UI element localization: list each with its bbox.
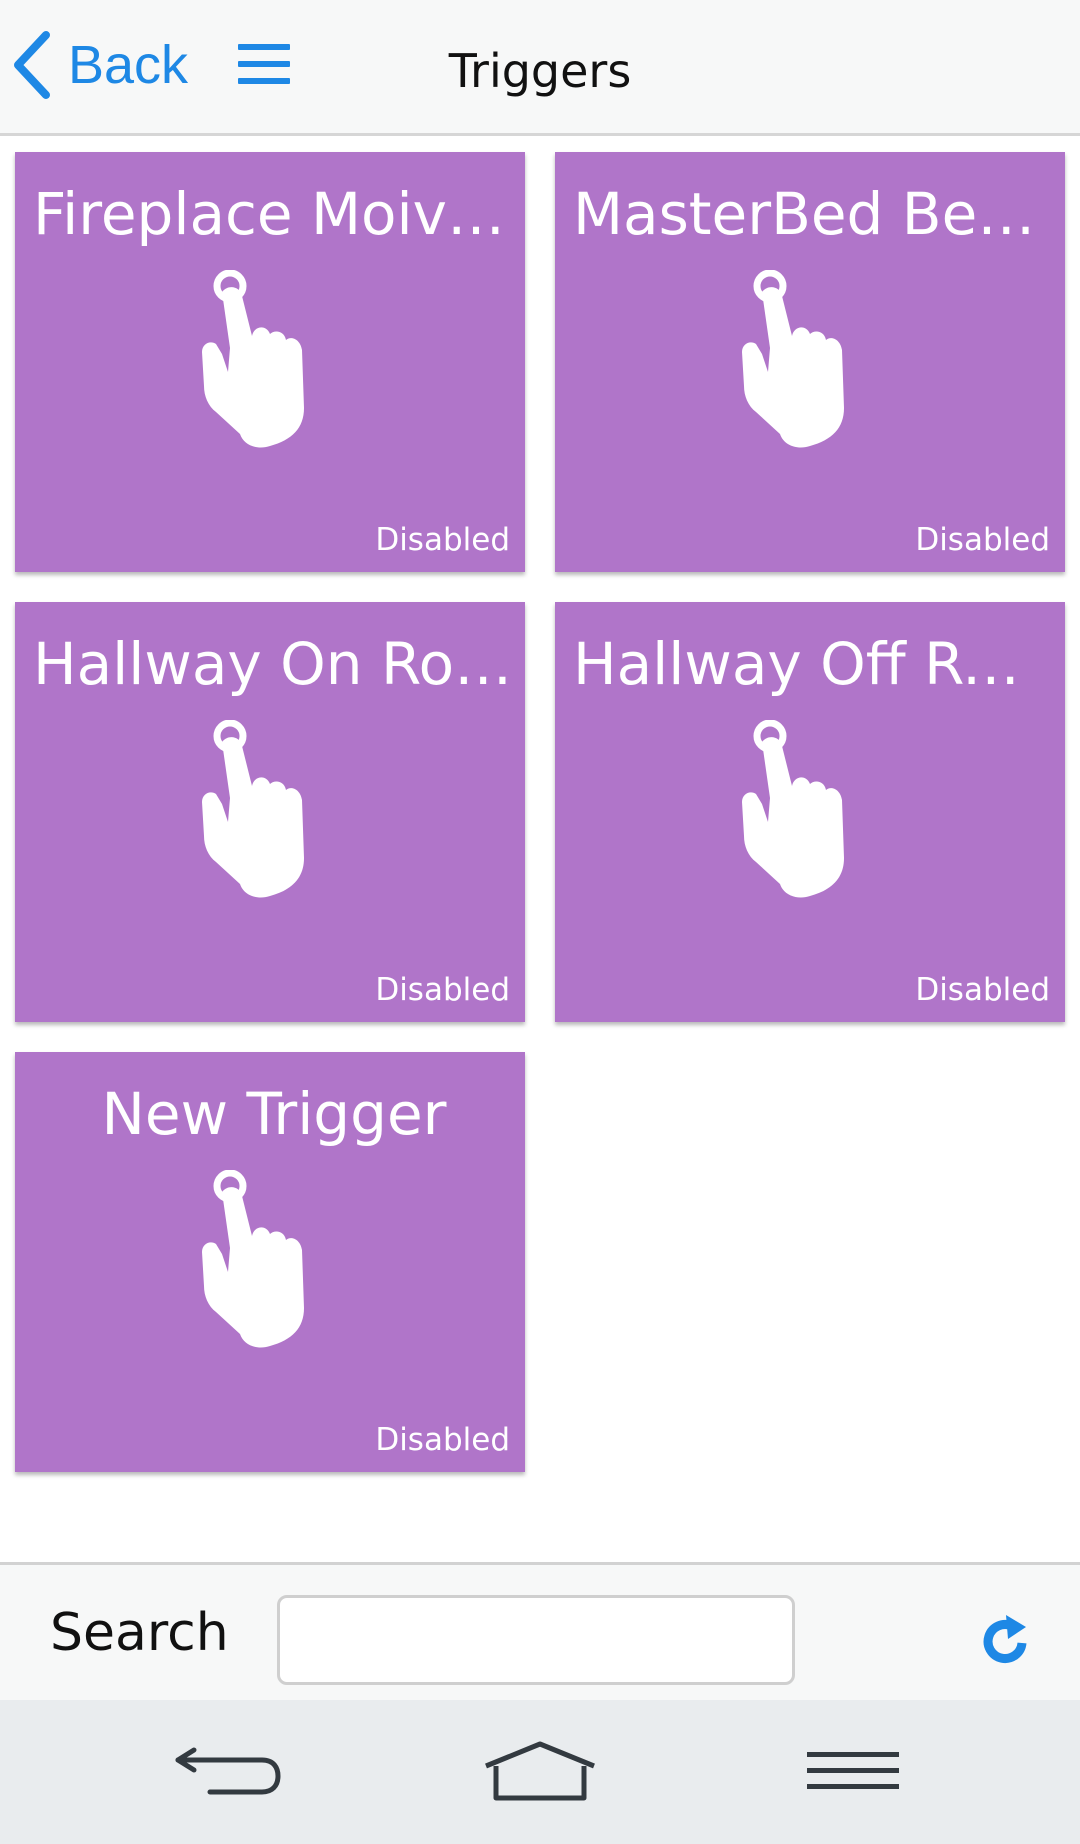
trigger-status: Disabled (375, 972, 510, 1008)
search-label: Search (50, 1603, 229, 1663)
trigger-name: New Trigger (101, 1080, 447, 1148)
search-bar: Search (0, 1562, 1080, 1700)
trigger-tile[interactable]: Fireplace Moive ... Disabled (15, 152, 525, 572)
page-title: Triggers (448, 44, 632, 98)
trigger-tile[interactable]: MasterBed Bedt... Disabled (555, 152, 1065, 572)
system-home-icon[interactable] (482, 1740, 598, 1804)
touch-hand-icon (742, 270, 844, 448)
system-back-icon[interactable] (174, 1740, 282, 1804)
trigger-status: Disabled (915, 522, 1050, 558)
trigger-name: Hallway On Rop... (33, 630, 515, 698)
system-menu-icon[interactable] (805, 1740, 901, 1804)
trigger-status: Disabled (375, 1422, 510, 1458)
system-nav-bar (0, 1700, 1080, 1844)
trigger-name: MasterBed Bedt... (573, 180, 1055, 248)
trigger-status: Disabled (375, 522, 510, 558)
touch-hand-icon (202, 270, 304, 448)
trigger-status: Disabled (915, 972, 1050, 1008)
trigger-tile[interactable]: New Trigger Disabled (15, 1052, 525, 1472)
refresh-icon[interactable] (978, 1613, 1034, 1669)
touch-hand-icon (202, 720, 304, 898)
search-input[interactable] (277, 1595, 795, 1685)
trigger-name: Hallway Off Rop... (573, 630, 1055, 698)
top-bar: Back Triggers (0, 0, 1080, 136)
touch-hand-icon (742, 720, 844, 898)
touch-hand-icon (202, 1170, 304, 1348)
trigger-tile[interactable]: Hallway Off Rop... Disabled (555, 602, 1065, 1022)
trigger-tile[interactable]: Hallway On Rop... Disabled (15, 602, 525, 1022)
triggers-screen: Back Triggers Fireplace Moive ... Disabl… (0, 0, 1080, 1844)
trigger-name: Fireplace Moive ... (33, 180, 515, 248)
